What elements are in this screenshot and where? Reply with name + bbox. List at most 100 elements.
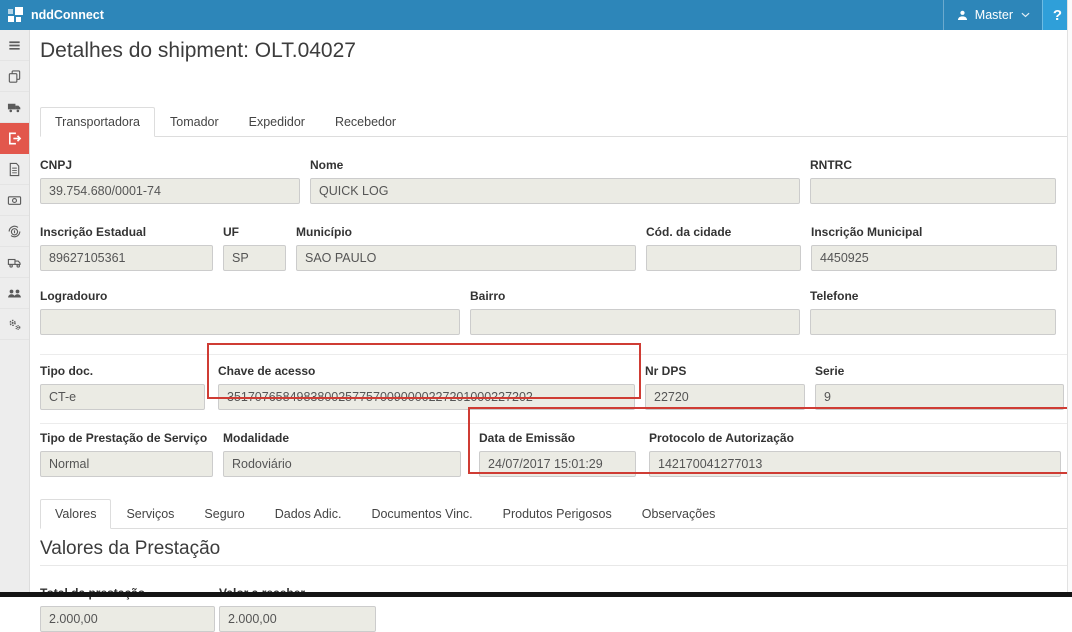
coin-exchange-icon xyxy=(7,224,22,239)
inscricao-estadual-label: Inscrição Estadual xyxy=(40,225,213,239)
tab-dados-adic[interactable]: Dados Adic. xyxy=(260,499,357,529)
brand[interactable]: nddConnect xyxy=(0,7,104,24)
sign-out-icon xyxy=(7,131,22,146)
tab-expedidor[interactable]: Expedidor xyxy=(234,107,320,137)
valor-receber-input xyxy=(219,606,376,632)
user-icon xyxy=(956,9,969,22)
user-menu-button[interactable]: Master xyxy=(943,0,1042,30)
total-prestacao-input xyxy=(40,606,215,632)
cnpj-label: CNPJ xyxy=(40,158,300,172)
field-nr-dps: Nr DPS xyxy=(645,364,805,410)
rntrc-label: RNTRC xyxy=(810,158,1056,172)
field-data-emissao: Data de Emissão xyxy=(479,431,636,477)
tab-documentos-vinc[interactable]: Documentos Vinc. xyxy=(356,499,487,529)
field-modalidade: Modalidade xyxy=(223,431,461,477)
copy-icon xyxy=(7,69,22,84)
bairro-input xyxy=(470,309,800,335)
form-row-1: CNPJ Nome RNTRC xyxy=(40,158,1072,204)
protocolo-input xyxy=(649,451,1061,477)
field-bairro: Bairro xyxy=(470,289,800,335)
field-nome: Nome xyxy=(310,158,800,204)
sidebar-item-files[interactable] xyxy=(0,154,29,185)
tab-observacoes[interactable]: Observações xyxy=(627,499,731,529)
field-inscricao-estadual: Inscrição Estadual xyxy=(40,225,213,271)
party-tabs: Transportadora Tomador Expedidor Recebed… xyxy=(40,107,1072,137)
sidebar-item-finance[interactable] xyxy=(0,216,29,247)
nome-input xyxy=(310,178,800,204)
field-uf: UF xyxy=(223,225,286,271)
uf-label: UF xyxy=(223,225,286,239)
tipo-prestacao-input xyxy=(40,451,213,477)
modalidade-label: Modalidade xyxy=(223,431,461,445)
sidebar-item-settings[interactable] xyxy=(0,309,29,340)
municipio-label: Município xyxy=(296,225,636,239)
sidebar-item-shipments[interactable] xyxy=(0,123,29,154)
chave-acesso-label: Chave de acesso xyxy=(218,364,635,378)
field-telefone: Telefone xyxy=(810,289,1056,335)
tipo-prestacao-label: Tipo de Prestação de Serviço xyxy=(40,431,213,445)
tab-tomador[interactable]: Tomador xyxy=(155,107,234,137)
serie-input xyxy=(815,384,1064,410)
nr-dps-input xyxy=(645,384,805,410)
bairro-label: Bairro xyxy=(470,289,800,303)
help-label: ? xyxy=(1053,7,1062,24)
chave-acesso-input xyxy=(218,384,635,410)
menu-icon xyxy=(7,38,22,53)
sidebar xyxy=(0,30,30,597)
tab-recebedor[interactable]: Recebedor xyxy=(320,107,411,137)
municipio-input xyxy=(296,245,636,271)
sidebar-item-documents[interactable] xyxy=(0,61,29,92)
cod-cidade-label: Cód. da cidade xyxy=(646,225,801,239)
uf-input xyxy=(223,245,286,271)
field-municipio: Município xyxy=(296,225,636,271)
field-serie: Serie xyxy=(815,364,1064,410)
user-label: Master xyxy=(975,8,1013,22)
scrollbar[interactable] xyxy=(1067,0,1072,597)
cnpj-input xyxy=(40,178,300,204)
users-icon xyxy=(7,286,22,301)
sidebar-menu-toggle[interactable] xyxy=(0,30,29,61)
sidebar-item-transport[interactable] xyxy=(0,92,29,123)
field-tipo-prestacao: Tipo de Prestação de Serviço xyxy=(40,431,213,477)
sidebar-item-users[interactable] xyxy=(0,278,29,309)
tab-produtos-perigosos[interactable]: Produtos Perigosos xyxy=(488,499,627,529)
chevron-down-icon xyxy=(1021,12,1030,18)
brand-name: nddConnect xyxy=(31,8,104,22)
protocolo-label: Protocolo de Autorização xyxy=(649,431,1061,445)
form-row-5: Tipo de Prestação de Serviço Modalidade … xyxy=(40,423,1072,477)
field-tipo-doc: Tipo doc. xyxy=(40,364,205,410)
banknote-icon xyxy=(7,193,22,208)
sidebar-item-billing[interactable] xyxy=(0,185,29,216)
field-rntrc: RNTRC xyxy=(810,158,1056,204)
data-emissao-label: Data de Emissão xyxy=(479,431,636,445)
truck-icon xyxy=(7,100,22,115)
tab-servicos[interactable]: Serviços xyxy=(111,499,189,529)
data-emissao-input xyxy=(479,451,636,477)
field-cnpj: CNPJ xyxy=(40,158,300,204)
nome-label: Nome xyxy=(310,158,800,172)
tab-seguro[interactable]: Seguro xyxy=(189,499,259,529)
field-protocolo: Protocolo de Autorização xyxy=(649,431,1061,477)
tab-transportadora[interactable]: Transportadora xyxy=(40,107,155,137)
sidebar-item-delivery[interactable] xyxy=(0,247,29,278)
delivery-truck-icon xyxy=(7,255,22,270)
tipo-doc-label: Tipo doc. xyxy=(40,364,205,378)
serie-label: Serie xyxy=(815,364,1064,378)
ndd-logo-icon xyxy=(8,7,25,24)
modalidade-input xyxy=(223,451,461,477)
inscricao-municipal-input xyxy=(811,245,1057,271)
form-row-3: Logradouro Bairro Telefone xyxy=(40,289,1072,335)
nr-dps-label: Nr DPS xyxy=(645,364,805,378)
valores-section-title: Valores da Prestação xyxy=(40,538,1072,559)
detail-tabs: Valores Serviços Seguro Dados Adic. Docu… xyxy=(40,499,1072,529)
tab-valores[interactable]: Valores xyxy=(40,499,111,529)
field-cod-cidade: Cód. da cidade xyxy=(646,225,801,271)
main-content: Detalhes do shipment: OLT.04027 Transpor… xyxy=(30,30,1072,597)
form-row-2: Inscrição Estadual UF Município Cód. da … xyxy=(40,225,1072,271)
cod-cidade-input xyxy=(646,245,801,271)
field-chave-acesso: Chave de acesso xyxy=(218,364,635,410)
valores-section-header: Valores da Prestação xyxy=(40,538,1072,566)
bottom-edge-bar xyxy=(0,592,1072,597)
telefone-input xyxy=(810,309,1056,335)
tipo-doc-input xyxy=(40,384,205,410)
